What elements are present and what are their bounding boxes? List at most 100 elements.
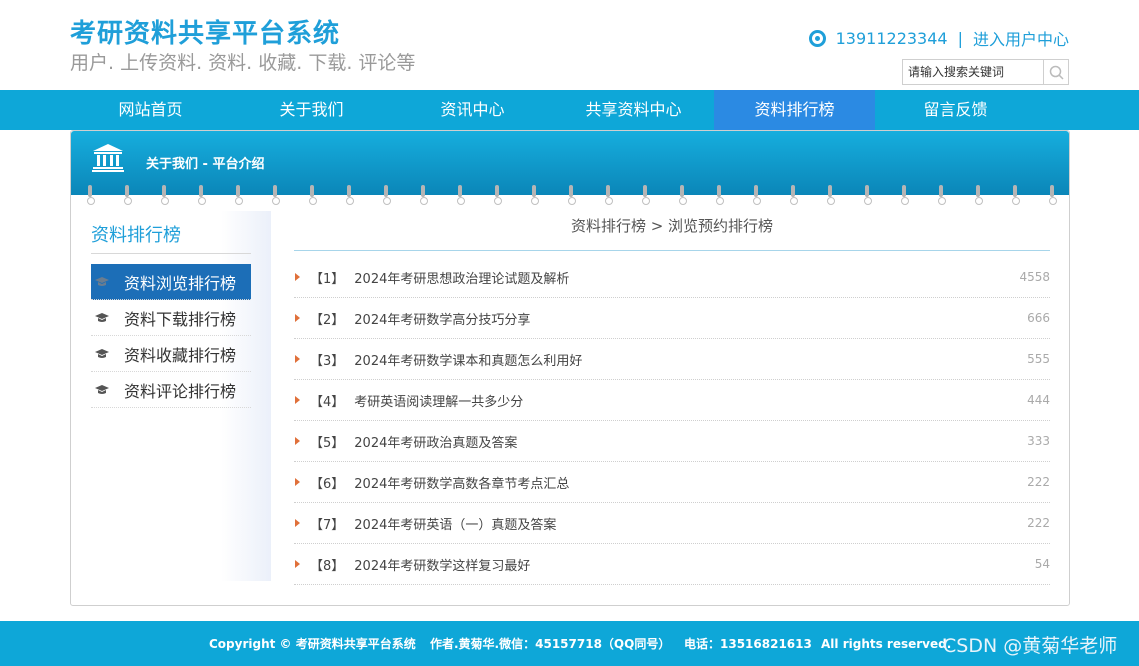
nav-shared-materials[interactable]: 共享资料中心: [553, 90, 714, 130]
graduation-cap-icon: [95, 312, 109, 322]
rank-count: 333: [1027, 434, 1050, 448]
arrow-right-icon: [295, 396, 300, 404]
rank-title: 2024年考研数学高数各章节考点汇总: [354, 476, 570, 492]
binder-ring: [235, 185, 243, 207]
contact-bar: 13911223344 | 进入用户中心: [808, 26, 1069, 50]
site-title: 考研资料共享平台系统: [70, 19, 341, 49]
rank-count: 222: [1027, 475, 1050, 489]
rank-index: 【8】: [310, 558, 345, 574]
binder-ring: [346, 185, 354, 207]
binder-ring: [1012, 185, 1020, 207]
csdn-watermark: CSDN @黄菊华老师: [943, 635, 1118, 657]
list-item[interactable]: 【4】 考研英语阅读理解一共多少分 444: [294, 380, 1050, 421]
user-center-link[interactable]: 进入用户中心: [973, 26, 1069, 50]
list-item[interactable]: 【2】 2024年考研数学高分技巧分享 666: [294, 298, 1050, 339]
rank-title: 2024年考研数学课本和真题怎么利用好: [354, 353, 583, 369]
content-panel: 关于我们 - 平台介绍 资料排行榜 资料浏览排行榜 资料下载排行榜 资料收藏排行…: [70, 130, 1070, 606]
phone-number: 13911223344: [835, 28, 948, 48]
arrow-right-icon: [295, 355, 300, 363]
arrow-right-icon: [295, 437, 300, 445]
binder-ring: [938, 185, 946, 207]
list-item[interactable]: 【5】 2024年考研政治真题及答案 333: [294, 421, 1050, 462]
list-item[interactable]: 【6】 2024年考研数学高数各章节考点汇总 222: [294, 462, 1050, 503]
nav-about[interactable]: 关于我们: [231, 90, 392, 130]
search-input[interactable]: [903, 60, 1043, 84]
rank-count: 444: [1027, 393, 1050, 407]
footer-rights: All rights reserved.: [821, 636, 952, 651]
nav-news[interactable]: 资讯中心: [392, 90, 553, 130]
rank-count: 222: [1027, 516, 1050, 530]
rank-index: 【6】: [310, 476, 345, 492]
nav-home[interactable]: 网站首页: [70, 90, 231, 130]
binder-ring: [124, 185, 132, 207]
site-footer: Copyright © 考研资料共享平台系统 作者.黄菊华.微信：4515771…: [0, 621, 1139, 666]
binder-ring: [975, 185, 983, 207]
binder-ring: [864, 185, 872, 207]
binder-ring: [420, 185, 428, 207]
footer-copyright: Copyright © 考研资料共享平台系统: [209, 637, 416, 651]
arrow-right-icon: [295, 560, 300, 568]
main-content: 资料排行榜 > 浏览预约排行榜 【1】 2024年考研思想政治理论试题及解析 4…: [294, 211, 1050, 585]
sidebar-item-comment-rank[interactable]: 资料评论排行榜: [91, 372, 251, 408]
binder-rings: [71, 185, 1071, 209]
site-subtitle: 用户. 上传资料. 资料. 收藏. 下载. 评论等: [70, 52, 416, 74]
sidebar-item-browse-rank[interactable]: 资料浏览排行榜: [91, 264, 251, 300]
rank-title: 2024年考研数学高分技巧分享: [354, 312, 531, 328]
breadcrumb: 资料排行榜 > 浏览预约排行榜: [294, 211, 1050, 251]
list-item[interactable]: 【7】 2024年考研英语（一）真题及答案 222: [294, 503, 1050, 544]
list-item[interactable]: 【8】 2024年考研数学这样复习最好 54: [294, 544, 1050, 585]
rank-title: 2024年考研英语（一）真题及答案: [354, 517, 557, 533]
rank-index: 【3】: [310, 353, 345, 369]
rank-title: 考研英语阅读理解一共多少分: [354, 394, 524, 410]
binder-ring: [642, 185, 650, 207]
site-header: 考研资料共享平台系统 用户. 上传资料. 资料. 收藏. 下载. 评论等 139…: [0, 0, 1139, 90]
binder-ring: [198, 185, 206, 207]
arrow-right-icon: [295, 314, 300, 322]
binder-ring: [679, 185, 687, 207]
arrow-right-icon: [295, 519, 300, 527]
binder-ring: [309, 185, 317, 207]
binder-ring: [605, 185, 613, 207]
binder-ring: [457, 185, 465, 207]
rank-index: 【4】: [310, 394, 345, 410]
footer-phone: 电话：13516821613: [684, 637, 812, 651]
arrow-right-icon: [295, 273, 300, 281]
graduation-cap-icon: [95, 276, 109, 286]
sidebar-item-label: 资料评论排行榜: [124, 381, 237, 401]
sidebar-title: 资料排行榜: [91, 221, 251, 254]
binder-ring: [494, 185, 502, 207]
rank-index: 【2】: [310, 312, 345, 328]
sidebar-item-favorite-rank[interactable]: 资料收藏排行榜: [91, 336, 251, 372]
main-nav: 网站首页 关于我们 资讯中心 共享资料中心 资料排行榜 留言反馈: [0, 90, 1139, 130]
binder-ring: [716, 185, 724, 207]
nav-feedback[interactable]: 留言反馈: [875, 90, 1036, 130]
sidebar-item-download-rank[interactable]: 资料下载排行榜: [91, 300, 251, 336]
binder-ring: [790, 185, 798, 207]
arrow-right-icon: [295, 478, 300, 486]
nav-rankings[interactable]: 资料排行榜: [714, 90, 875, 130]
rank-index: 【1】: [310, 271, 345, 287]
rank-title: 2024年考研数学这样复习最好: [354, 558, 531, 574]
binder-ring: [87, 185, 95, 207]
rank-count: 4558: [1019, 270, 1050, 284]
list-item[interactable]: 【1】 2024年考研思想政治理论试题及解析 4558: [294, 257, 1050, 298]
sidebar-item-label: 资料浏览排行榜: [124, 273, 237, 293]
binder-ring: [1049, 185, 1057, 207]
rank-title: 2024年考研政治真题及答案: [354, 435, 518, 451]
search-icon: [1049, 65, 1064, 80]
sidebar-list: 资料浏览排行榜 资料下载排行榜 资料收藏排行榜 资料评论排行榜: [91, 264, 251, 408]
graduation-cap-icon: [95, 348, 109, 358]
list-item[interactable]: 【3】 2024年考研数学课本和真题怎么利用好 555: [294, 339, 1050, 380]
rank-title: 2024年考研思想政治理论试题及解析: [354, 271, 570, 287]
binder-ring: [568, 185, 576, 207]
search-box: [902, 59, 1069, 85]
sidebar: 资料排行榜 资料浏览排行榜 资料下载排行榜 资料收藏排行榜 资料评论排行榜: [91, 221, 251, 408]
rank-index: 【5】: [310, 435, 345, 451]
sidebar-item-label: 资料收藏排行榜: [124, 345, 237, 365]
rank-list: 【1】 2024年考研思想政治理论试题及解析 4558 【2】 2024年考研数…: [294, 257, 1050, 585]
search-button[interactable]: [1043, 60, 1068, 84]
sidebar-item-label: 资料下载排行榜: [124, 309, 237, 329]
footer-author: 作者.黄菊华.微信：45157718（QQ同号）: [430, 637, 671, 651]
binder-ring: [161, 185, 169, 207]
graduation-cap-icon: [95, 384, 109, 394]
